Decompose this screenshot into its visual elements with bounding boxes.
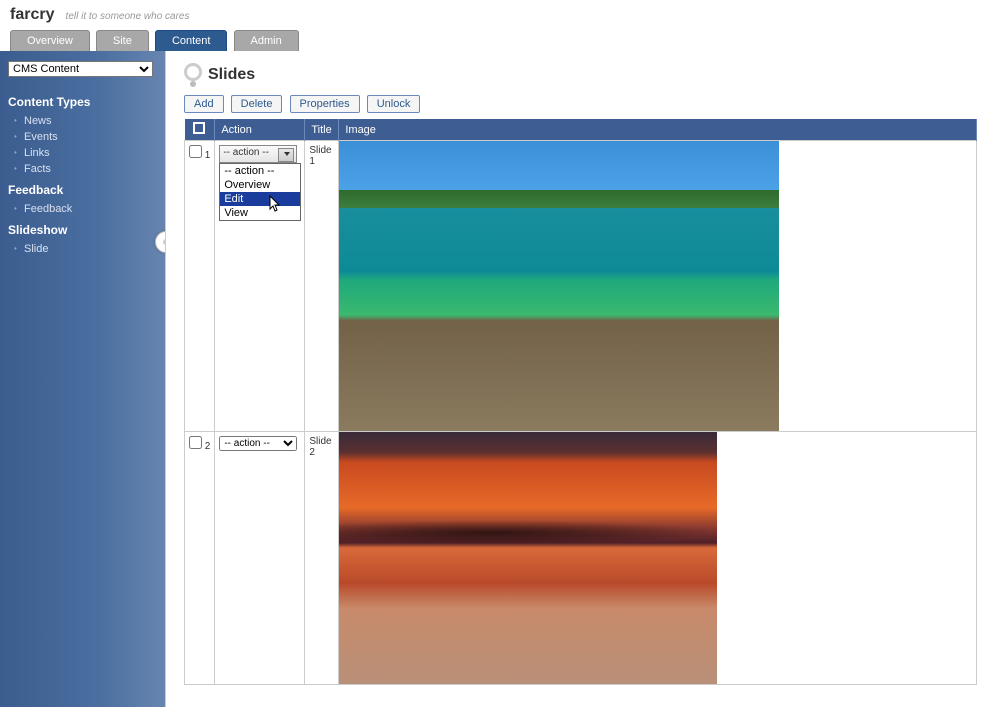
tab-overview[interactable]: Overview (10, 30, 90, 51)
content-scope-select[interactable]: CMS Content (8, 61, 153, 77)
row-title: Slide 2 (305, 432, 339, 685)
table-row: 1 -- action -- -- action -- Overview Ed (185, 141, 977, 432)
column-image: Image (339, 119, 977, 141)
table-row: 2 -- action -- Slide 2 (185, 432, 977, 685)
add-button[interactable]: Add (184, 95, 224, 113)
app-header: farcry tell it to someone who cares (0, 0, 985, 26)
delete-button[interactable]: Delete (231, 95, 283, 113)
action-option-edit[interactable]: Edit (220, 192, 300, 206)
action-select-value: -- action -- (223, 147, 269, 158)
sidebar-item-slide[interactable]: Slide (14, 241, 157, 257)
tab-content[interactable]: Content (155, 30, 228, 51)
sidebar-item-news[interactable]: News (14, 113, 157, 129)
action-option[interactable]: -- action -- (220, 164, 300, 178)
row-number: 1 (205, 150, 211, 161)
breadcrumb-dot-icon (190, 81, 196, 87)
slides-grid: Action Title Image 1 -- action -- (184, 119, 977, 685)
brand: farcry (10, 6, 54, 24)
chevron-down-icon (284, 152, 290, 156)
action-option-view[interactable]: View (220, 206, 300, 220)
content-area: Slides Add Delete Properties Unlock Acti… (165, 51, 985, 707)
slide-image (339, 141, 779, 431)
action-option-overview[interactable]: Overview (220, 178, 300, 192)
sidebar-item-links[interactable]: Links (14, 145, 157, 161)
toolbar: Add Delete Properties Unlock (184, 95, 977, 113)
tab-site[interactable]: Site (96, 30, 149, 51)
properties-button[interactable]: Properties (290, 95, 360, 113)
row-checkbox[interactable] (189, 436, 202, 449)
sidebar-section-content-types: Content Types (8, 95, 157, 109)
select-all-checkbox-icon[interactable] (193, 122, 205, 134)
row-checkbox[interactable] (189, 145, 202, 158)
sidebar-section-feedback: Feedback (8, 183, 157, 197)
sidebar-item-events[interactable]: Events (14, 129, 157, 145)
action-select[interactable]: -- action -- (219, 436, 297, 451)
row-title: Slide 1 (305, 141, 339, 432)
breadcrumb-root-icon (184, 63, 202, 81)
sidebar-item-facts[interactable]: Facts (14, 161, 157, 177)
sidebar-item-feedback[interactable]: Feedback (14, 201, 157, 217)
column-title: Title (305, 119, 339, 141)
unlock-button[interactable]: Unlock (367, 95, 421, 113)
top-nav: Overview Site Content Admin (0, 26, 985, 51)
action-select[interactable]: -- action -- (219, 145, 297, 163)
sidebar: CMS Content Content Types News Events Li… (0, 51, 165, 707)
breadcrumb: Slides (184, 63, 977, 87)
header-checkbox-cell[interactable] (185, 119, 215, 141)
action-dropdown-open: -- action -- Overview Edit View (219, 163, 301, 221)
sidebar-section-slideshow: Slideshow (8, 223, 157, 237)
tab-admin[interactable]: Admin (234, 30, 299, 51)
row-number: 2 (205, 441, 211, 452)
slide-image (339, 432, 717, 684)
column-action: Action (215, 119, 305, 141)
page-title: Slides (208, 66, 255, 84)
tagline: tell it to someone who cares (66, 11, 190, 22)
